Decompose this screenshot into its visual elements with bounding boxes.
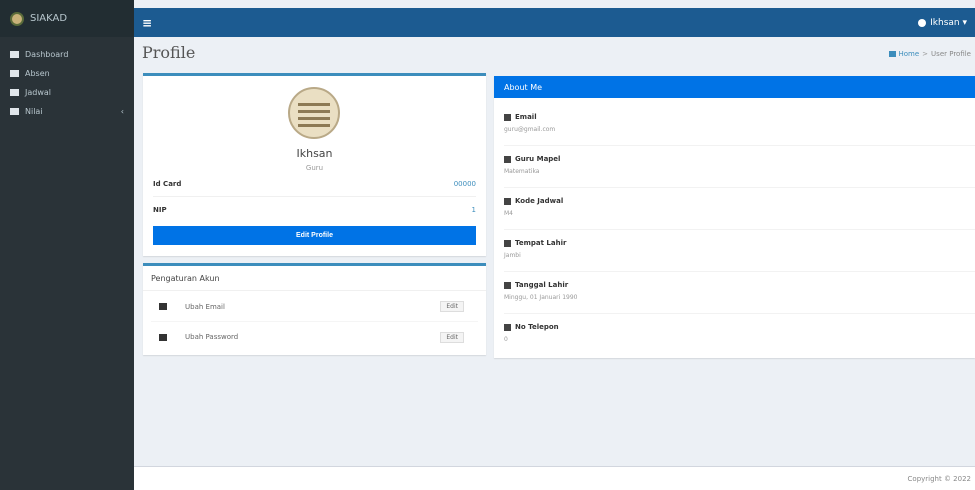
list-item-id-card: Id Card 00000 (153, 171, 476, 197)
table-icon (10, 88, 19, 96)
about-item-no-telepon: No Telepon 0 (504, 314, 975, 356)
about-label: Email (515, 113, 537, 121)
about-value: guru@gmail.com (504, 126, 556, 133)
breadcrumb-separator: > (922, 50, 929, 58)
account-settings-box: Pengaturan Akun Ubah Email Edit Ubah Pas… (143, 263, 486, 355)
about-label: Tanggal Lahir (515, 281, 569, 289)
edit-email-button[interactable]: Edit (440, 301, 464, 312)
settings-row-password: Ubah Password Edit (151, 322, 478, 352)
about-value: Minggu, 01 Januari 1990 (504, 294, 578, 301)
user-menu[interactable]: Ikhsan ▾ (918, 18, 967, 28)
about-me-box: About Me Email guru@gmail.com Guru Mapel… (494, 76, 975, 358)
about-item-kode-jadwal: Kode Jadwal M4 (504, 188, 975, 230)
sidebar-item-label: Jadwal (25, 87, 52, 97)
sidebar-item-jadwal[interactable]: Jadwal (0, 84, 134, 100)
about-label: No Telepon (515, 323, 559, 331)
logo-icon (10, 11, 24, 26)
logo-text: SIAKAD (30, 13, 68, 24)
about-item-email: Email guru@gmail.com (504, 104, 975, 146)
about-header: About Me (494, 76, 975, 98)
sidebar-item-label: Absen (25, 68, 50, 78)
divider (143, 290, 486, 291)
settings-row-label: Ubah Password (185, 333, 239, 341)
page-title: Profile (142, 43, 196, 62)
footer: Copyright © 2022 (134, 466, 975, 490)
breadcrumb-current: User Profile (931, 50, 971, 58)
about-value: 0 (504, 336, 508, 343)
about-value: Jambi (504, 252, 521, 259)
phone-icon (504, 323, 511, 331)
hamburger-icon[interactable]: ≡ (142, 16, 152, 30)
calendar-icon (504, 281, 511, 289)
id-card-label: Id Card (153, 179, 182, 188)
sidebar-item-absen[interactable]: Absen (0, 65, 134, 81)
about-item-tempat-lahir: Tempat Lahir Jambi (504, 230, 975, 272)
breadcrumb-home[interactable]: Home (899, 50, 920, 58)
sidebar-item-label: Dashboard (25, 49, 69, 59)
list-item-nip: NIP 1 (153, 197, 476, 223)
key-icon (159, 333, 167, 341)
app-logo[interactable]: SIAKAD (0, 0, 134, 37)
file-icon (504, 197, 511, 205)
settings-row-email: Ubah Email Edit (151, 292, 478, 322)
sidebar: Dashboard Absen Jadwal Nilai ‹ (0, 37, 134, 490)
edit-password-button[interactable]: Edit (440, 331, 464, 343)
settings-title: Pengaturan Akun (151, 274, 220, 283)
profile-box: Ikhsan Guru Id Card 00000 NIP 1 Edit Pro… (143, 73, 486, 256)
user-name: Ikhsan ▾ (930, 17, 967, 28)
about-label: Tempat Lahir (515, 239, 567, 247)
map-marker-icon (504, 239, 511, 247)
video-icon (10, 107, 19, 115)
about-label: Kode Jadwal (515, 197, 564, 205)
sidebar-item-dashboard[interactable]: Dashboard (0, 46, 134, 62)
chevron-left-icon: ‹ (120, 106, 124, 116)
about-item-tanggal-lahir: Tanggal Lahir Minggu, 01 Januari 1990 (504, 272, 975, 314)
settings-row-label: Ubah Email (185, 302, 225, 311)
sidebar-item-nilai[interactable]: Nilai ‹ (0, 103, 134, 119)
home-icon (10, 50, 19, 58)
edit-profile-button[interactable]: Edit Profile (153, 226, 476, 245)
table-icon (10, 69, 19, 77)
avatar (288, 87, 340, 139)
about-item-guru-mapel: Guru Mapel Matematika (504, 146, 975, 188)
nip-value: 1 (471, 206, 476, 214)
about-value: Matematika (504, 168, 540, 175)
about-label: Guru Mapel (515, 155, 561, 163)
envelope-icon (159, 303, 167, 310)
user-icon (918, 18, 927, 27)
breadcrumb: Home > User Profile (888, 50, 971, 58)
profile-name: Ikhsan (296, 147, 333, 160)
home-icon (888, 51, 896, 57)
about-value: M4 (504, 210, 513, 217)
nip-label: NIP (153, 206, 167, 214)
top-navbar: ≡ Ikhsan ▾ (134, 0, 975, 37)
sidebar-item-label: Nilai (25, 106, 43, 116)
book-icon (504, 155, 511, 163)
footer-copyright: Copyright © 2022 (907, 475, 971, 483)
envelope-icon (504, 113, 511, 121)
id-card-value: 00000 (453, 179, 476, 188)
